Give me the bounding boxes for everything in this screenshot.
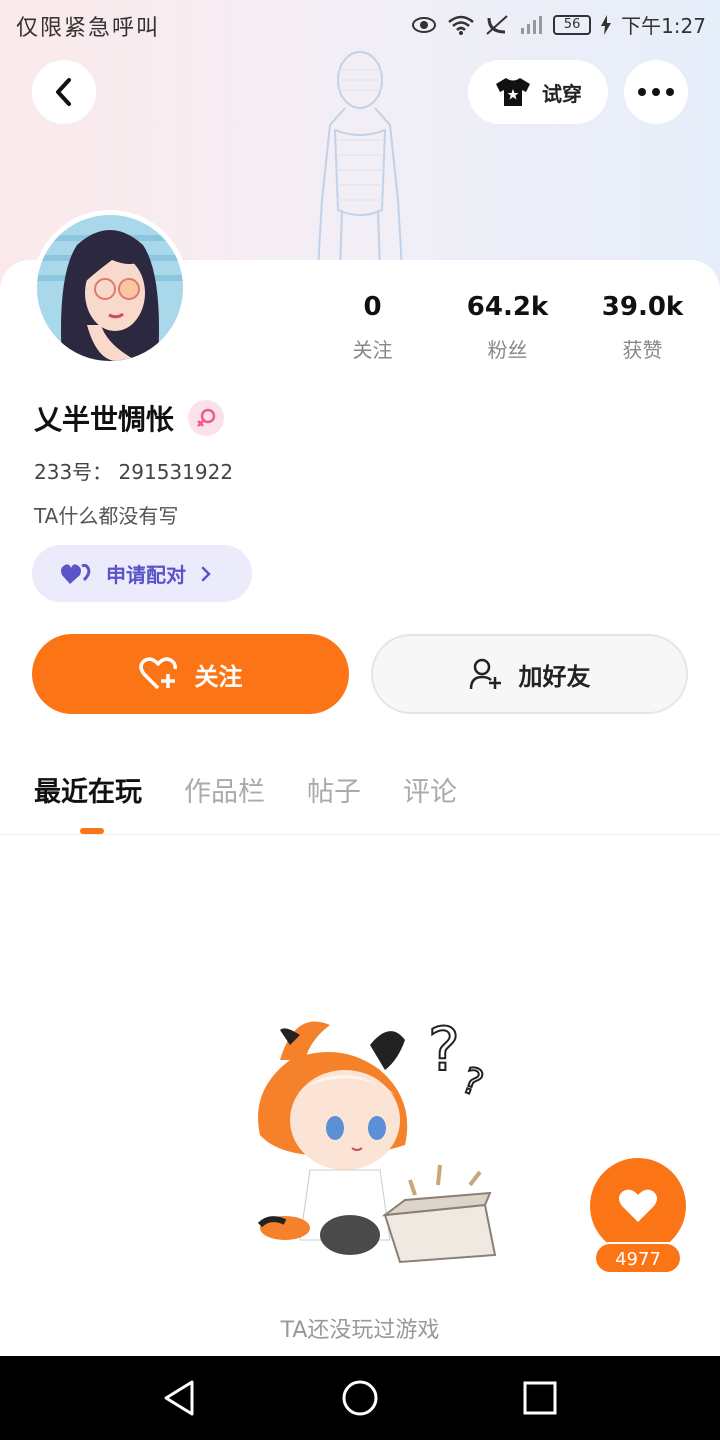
- bio: TA什么都没有写: [34, 504, 179, 528]
- avatar-illustration: [37, 215, 183, 361]
- avatar-3d-figure: [317, 51, 403, 270]
- tab-recently-played[interactable]: 最近在玩: [34, 770, 142, 809]
- double-heart-icon: [61, 563, 91, 584]
- tabs-divider: [0, 834, 720, 835]
- wifi-icon: [448, 15, 474, 35]
- stat-value: 64.2k: [466, 292, 549, 322]
- add-friend-button[interactable]: 加好友: [371, 634, 688, 714]
- heart-icon: [619, 1189, 657, 1222]
- stat-likes[interactable]: 39.0k 获赞: [575, 292, 710, 363]
- stat-label: 关注: [352, 338, 393, 362]
- profile-tabs: 最近在玩 作品栏 帖子 评论: [34, 770, 457, 809]
- pair-label: 申请配对: [106, 563, 186, 587]
- clock: 下午1:27: [621, 14, 706, 38]
- gender-badge: [188, 400, 225, 436]
- tab-comments[interactable]: 评论: [403, 770, 457, 809]
- carrier-text: 仅限紧急呼叫: [16, 16, 161, 41]
- tab-works[interactable]: 作品栏: [184, 770, 265, 809]
- chevron-left-icon: [56, 78, 71, 106]
- like-button[interactable]: [590, 1158, 686, 1254]
- tshirt-icon: [496, 78, 530, 106]
- tab-posts[interactable]: 帖子: [307, 770, 361, 809]
- try-on-button[interactable]: 试穿: [468, 60, 608, 124]
- stat-followers[interactable]: 64.2k 粉丝: [440, 292, 575, 363]
- signal-icon: [521, 15, 543, 34]
- stat-label: 粉丝: [487, 338, 528, 362]
- heart-plus-icon: [138, 657, 177, 690]
- username: 乂半世惆怅: [34, 403, 175, 436]
- request-pair-button[interactable]: 申请配对: [32, 545, 252, 602]
- follow-button[interactable]: 关注: [32, 634, 349, 714]
- recents-square-icon[interactable]: [520, 1378, 560, 1418]
- empty-state-message: TA还没玩过游戏: [280, 1318, 440, 1343]
- stat-label: 获赞: [622, 338, 663, 362]
- profile-stats: 0 关注 64.2k 粉丝 39.0k 获赞: [305, 292, 710, 363]
- empty-state-illustration: ? ?: [257, 1014, 497, 1264]
- stat-following[interactable]: 0 关注: [305, 292, 440, 363]
- svg-text:?: ?: [456, 1060, 488, 1105]
- system-nav-bar: [0, 1356, 720, 1440]
- add-friend-label: 加好友: [518, 662, 591, 691]
- call-disabled-icon: [486, 14, 508, 35]
- svg-text:?: ?: [428, 1015, 460, 1085]
- back-triangle-icon[interactable]: [160, 1378, 200, 1418]
- more-button[interactable]: [624, 60, 688, 124]
- status-bar: 仅限紧急呼叫 56 下午1:27: [0, 0, 720, 50]
- back-button[interactable]: [32, 60, 96, 124]
- follow-label: 关注: [194, 662, 243, 691]
- user-id: 233号： 291531922: [34, 460, 234, 484]
- battery-indicator: 56: [553, 14, 592, 35]
- stat-value: 39.0k: [601, 292, 684, 322]
- like-count-badge: 4977: [594, 1242, 682, 1274]
- charging-icon: [601, 14, 612, 35]
- female-icon: [197, 408, 216, 427]
- status-icons: 56 下午1:27: [411, 10, 706, 39]
- chevron-right-icon: [201, 566, 211, 581]
- more-dots-icon: [638, 88, 674, 96]
- eye-icon: [412, 16, 437, 33]
- username-row: 乂半世惆怅: [34, 398, 225, 438]
- try-on-label: 试穿: [542, 81, 582, 106]
- stat-value: 0: [363, 292, 382, 322]
- add-user-icon: [469, 658, 501, 690]
- home-circle-icon[interactable]: [340, 1378, 380, 1418]
- avatar[interactable]: [32, 210, 188, 366]
